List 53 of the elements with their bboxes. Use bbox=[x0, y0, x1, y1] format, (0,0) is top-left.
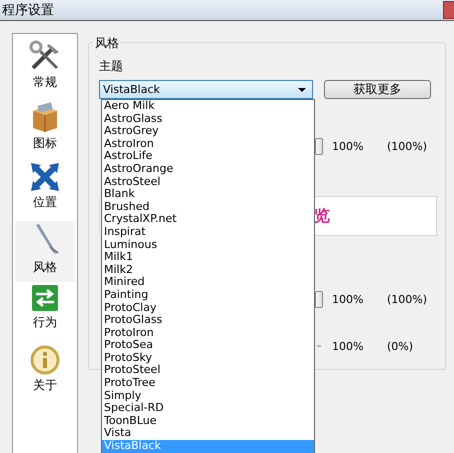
slider-value: 100% bbox=[332, 292, 364, 306]
slider-thumb[interactable] bbox=[315, 138, 323, 154]
arrows-icon bbox=[31, 284, 59, 312]
sidebar-item[interactable]: 图标 bbox=[15, 99, 75, 160]
theme-option[interactable]: Vista bbox=[102, 427, 314, 440]
theme-option[interactable]: ToonBLue bbox=[102, 414, 314, 428]
effective-value: (0%) bbox=[387, 340, 414, 352]
theme-option[interactable]: Painting bbox=[102, 288, 314, 302]
theme-option[interactable]: Milk1 bbox=[102, 251, 314, 264]
theme-option[interactable]: Minired bbox=[102, 276, 314, 289]
theme-option[interactable]: Blank bbox=[102, 188, 314, 201]
group-title: 风格 bbox=[93, 35, 121, 52]
theme-option[interactable]: Luminous bbox=[102, 238, 314, 252]
theme-label: 主题 bbox=[99, 58, 124, 75]
effective-value: (100%) bbox=[387, 292, 428, 306]
theme-option[interactable]: AstroOrange bbox=[102, 162, 314, 176]
info-icon bbox=[30, 345, 60, 375]
effective-value: (100%) bbox=[387, 140, 428, 152]
theme-option[interactable]: ProtoGlass bbox=[102, 314, 314, 327]
slider-value: 100% bbox=[332, 140, 364, 152]
close-button[interactable] bbox=[443, 1, 454, 19]
box-icon bbox=[30, 101, 60, 133]
theme-option[interactable]: AstroGlass bbox=[102, 112, 314, 126]
theme-option[interactable]: AstroGrey bbox=[102, 125, 314, 138]
sidebar-item[interactable]: 关于 bbox=[15, 343, 75, 404]
theme-option[interactable]: AstroSteel bbox=[102, 176, 314, 188]
theme-option[interactable]: Brushed bbox=[102, 200, 314, 214]
theme-option[interactable]: Milk2 bbox=[102, 264, 314, 276]
theme-option[interactable]: AstroIron bbox=[102, 138, 314, 150]
theme-option[interactable]: Special-RD bbox=[102, 402, 314, 415]
theme-option[interactable]: Simply bbox=[102, 390, 314, 402]
sidebar-item[interactable]: 风格 bbox=[15, 221, 75, 282]
theme-option[interactable]: ProtoTree bbox=[102, 377, 314, 390]
theme-option[interactable]: Inspirat bbox=[102, 226, 314, 239]
tools-icon bbox=[29, 40, 61, 72]
theme-option[interactable]: ProtoIron bbox=[102, 326, 314, 340]
theme-option[interactable]: Aero Milk bbox=[102, 100, 314, 113]
preview-text: 览 bbox=[314, 206, 330, 226]
theme-option[interactable]: CrystalXP.net bbox=[102, 213, 314, 226]
theme-option[interactable]: ProtoSky bbox=[102, 352, 314, 364]
theme-option[interactable]: AstroLife bbox=[102, 150, 314, 163]
get-more-button[interactable]: 获取更多 bbox=[324, 80, 431, 99]
window-title: 程序设置 bbox=[1, 2, 54, 19]
theme-option[interactable]: ProtoClay bbox=[102, 302, 314, 314]
slider-value: 100% bbox=[332, 340, 364, 352]
sidebar-item[interactable]: 行为 bbox=[15, 282, 75, 343]
sidebar-item[interactable]: 位置 bbox=[15, 160, 75, 221]
theme-option[interactable]: ProtoSteel bbox=[102, 364, 314, 378]
theme-dropdown[interactable]: VistaBlack bbox=[99, 80, 313, 99]
slider-thumb[interactable] bbox=[315, 290, 323, 308]
cross-arrows-icon bbox=[30, 162, 60, 192]
sidebar-item[interactable]: 常规 bbox=[15, 38, 75, 99]
theme-option[interactable]: ProtoSea bbox=[102, 339, 314, 352]
